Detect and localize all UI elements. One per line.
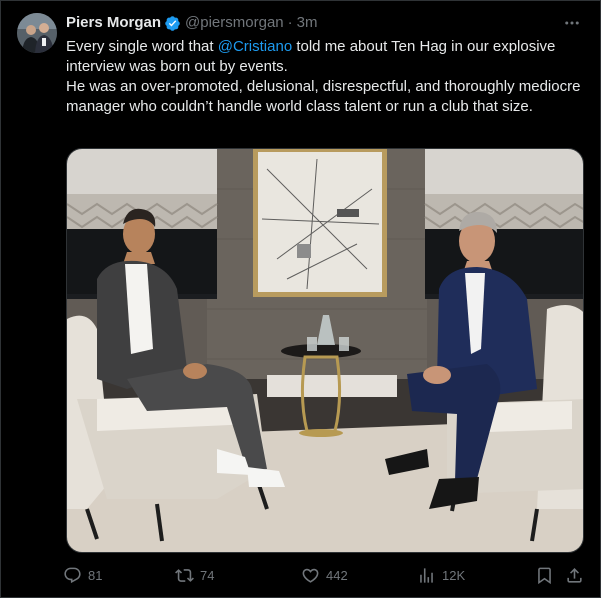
reply-button[interactable]: 81 xyxy=(63,563,102,587)
tweet-text: Every single word that @Cristiano told m… xyxy=(66,37,586,117)
retweet-button[interactable]: 74 xyxy=(175,563,214,587)
timestamp[interactable]: 3m xyxy=(297,13,318,33)
more-horizontal-icon xyxy=(565,21,579,25)
bookmark-button[interactable] xyxy=(535,563,554,587)
views-button[interactable]: 12K xyxy=(417,563,465,587)
tweet-paragraph-1: Every single word that @Cristiano told m… xyxy=(66,37,586,77)
retweet-count: 74 xyxy=(200,567,215,583)
tweet-actions: 81 74 442 12K xyxy=(63,563,587,587)
verified-badge-icon xyxy=(165,15,180,31)
views-icon xyxy=(420,567,433,583)
tweet-image[interactable] xyxy=(66,148,584,553)
author-name[interactable]: Piers Morgan xyxy=(66,13,161,33)
retweet-icon xyxy=(175,568,194,582)
tweet-header: Piers Morgan @piersmorgan · 3m xyxy=(66,13,317,33)
views-count: 12K xyxy=(442,567,466,583)
avatar[interactable] xyxy=(17,13,57,53)
author-handle[interactable]: @piersmorgan xyxy=(185,13,284,33)
tweet[interactable]: Piers Morgan @piersmorgan · 3m Every sin… xyxy=(0,0,601,598)
reply-icon xyxy=(64,567,81,583)
reply-count: 81 xyxy=(88,567,103,583)
bookmark-icon xyxy=(538,567,551,584)
tweet-text-part: Every single word that xyxy=(66,38,218,55)
interview-photo xyxy=(67,149,583,552)
mention-link[interactable]: @Cristiano xyxy=(218,38,292,55)
like-count: 442 xyxy=(326,567,348,583)
more-options-button[interactable] xyxy=(562,13,582,33)
separator-dot: · xyxy=(287,14,293,31)
share-icon xyxy=(567,567,582,583)
avatar-image xyxy=(17,13,57,53)
heart-icon xyxy=(302,568,319,583)
like-button[interactable]: 442 xyxy=(301,563,348,587)
tweet-paragraph-2: He was an over-promoted, delusional, dis… xyxy=(66,78,581,115)
share-button[interactable] xyxy=(565,563,584,587)
